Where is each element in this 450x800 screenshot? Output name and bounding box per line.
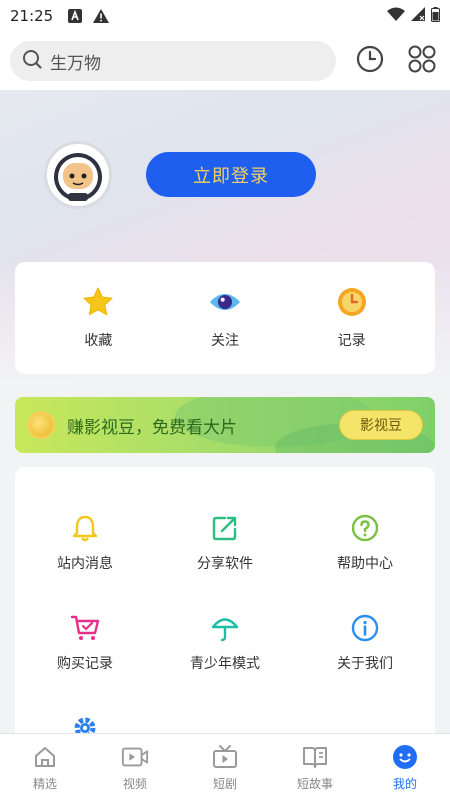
avatar[interactable] bbox=[44, 141, 112, 209]
login-button[interactable]: 立即登录 bbox=[146, 152, 316, 197]
info-icon bbox=[350, 613, 380, 643]
clock-icon bbox=[336, 286, 368, 318]
astronaut-avatar-icon bbox=[54, 153, 102, 201]
tab-featured-label: 精选 bbox=[32, 776, 57, 791]
apps-button[interactable] bbox=[404, 43, 440, 79]
coins-banner[interactable]: 赚影视豆，免费看大片 影视豆 bbox=[15, 397, 435, 453]
help-center-label: 帮助中心 bbox=[337, 556, 393, 572]
tab-video-label: 视频 bbox=[122, 776, 147, 791]
teen-mode-button[interactable]: 青少年模式 bbox=[165, 613, 285, 673]
search-placeholder: 生万物 bbox=[50, 53, 101, 74]
signal-icon bbox=[411, 7, 425, 25]
grid-icon bbox=[407, 44, 437, 78]
share-app-label: 分享软件 bbox=[197, 556, 253, 572]
battery-icon bbox=[431, 6, 440, 26]
tab-mine-label: 我的 bbox=[392, 776, 417, 791]
share-icon bbox=[210, 513, 240, 543]
search-icon bbox=[22, 49, 42, 73]
tab-short-drama[interactable]: 短剧 bbox=[180, 734, 270, 800]
search-input[interactable]: 生万物 bbox=[10, 41, 337, 81]
messages-label: 站内消息 bbox=[57, 556, 113, 572]
wifi-icon bbox=[387, 7, 405, 25]
tab-mine[interactable]: 我的 bbox=[360, 734, 450, 800]
favorites-label: 收藏 bbox=[84, 333, 113, 349]
purchase-history-label: 购买记录 bbox=[57, 656, 113, 672]
coin-icon bbox=[27, 411, 55, 439]
cart-icon bbox=[70, 613, 100, 643]
notification-a-icon bbox=[67, 8, 83, 24]
coins-button[interactable]: 影视豆 bbox=[339, 410, 423, 440]
star-icon bbox=[82, 286, 114, 318]
help-icon bbox=[350, 513, 380, 543]
top-bar: 生万物 bbox=[0, 32, 450, 90]
tab-short-drama-label: 短剧 bbox=[212, 776, 237, 791]
status-bar: 21:25 bbox=[0, 0, 450, 32]
about-us-label: 关于我们 bbox=[337, 656, 393, 672]
warning-icon bbox=[93, 8, 110, 24]
messages-button[interactable]: 站内消息 bbox=[25, 513, 145, 573]
records-button[interactable]: 记录 bbox=[312, 286, 392, 350]
tab-short-stories[interactable]: 短故事 bbox=[270, 734, 360, 800]
purchase-history-button[interactable]: 购买记录 bbox=[25, 613, 145, 673]
bell-icon bbox=[70, 513, 100, 543]
tab-video[interactable]: 视频 bbox=[90, 734, 180, 800]
records-label: 记录 bbox=[337, 333, 366, 349]
services-card: 站内消息 分享软件 帮助中心 购买记录 青少年模式 关于我们 bbox=[15, 467, 435, 767]
teen-mode-label: 青少年模式 bbox=[190, 656, 260, 672]
eye-icon bbox=[209, 286, 241, 318]
book-icon bbox=[301, 743, 329, 771]
bottom-tab-bar: 精选 视频 短剧 短故事 我的 bbox=[0, 733, 450, 800]
quick-actions-card: 收藏 关注 记录 bbox=[15, 262, 435, 374]
history-button[interactable] bbox=[352, 43, 388, 79]
banner-text: 赚影视豆，免费看大片 bbox=[67, 417, 237, 438]
umbrella-icon bbox=[210, 613, 240, 643]
help-center-button[interactable]: 帮助中心 bbox=[305, 513, 425, 573]
share-app-button[interactable]: 分享软件 bbox=[165, 513, 285, 573]
smiley-icon bbox=[391, 743, 419, 771]
following-label: 关注 bbox=[210, 333, 239, 349]
history-clock-icon bbox=[356, 45, 384, 77]
tv-icon bbox=[211, 743, 239, 771]
video-icon bbox=[121, 743, 149, 771]
tab-featured[interactable]: 精选 bbox=[0, 734, 90, 800]
favorites-button[interactable]: 收藏 bbox=[58, 286, 138, 350]
home-icon bbox=[31, 743, 59, 771]
tab-short-stories-label: 短故事 bbox=[296, 776, 333, 791]
status-time: 21:25 bbox=[10, 7, 54, 25]
about-us-button[interactable]: 关于我们 bbox=[305, 613, 425, 673]
following-button[interactable]: 关注 bbox=[185, 286, 265, 350]
